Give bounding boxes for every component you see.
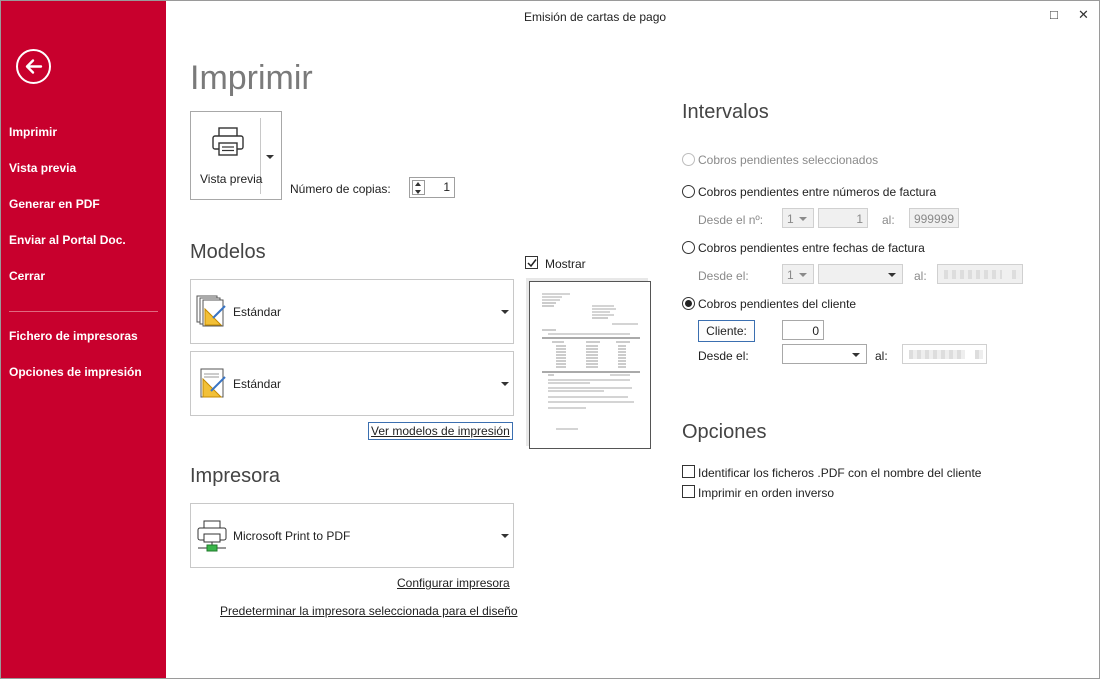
option-pdf-name-label: Identificar los ficheros .PDF con el nom… — [698, 466, 982, 480]
copies-stepper[interactable]: 1 — [409, 177, 455, 198]
client-to-date-picker[interactable] — [902, 344, 987, 364]
to-date-picker[interactable] — [937, 264, 1023, 284]
chevron-down-icon[interactable] — [501, 534, 509, 538]
from-date-series-value: 1 — [787, 268, 794, 282]
back-button[interactable] — [16, 49, 51, 84]
default-printer-link[interactable]: Predeterminar la impresora seleccionada … — [220, 604, 518, 618]
show-preview-checkbox[interactable] — [525, 256, 538, 269]
to-no-input[interactable]: 999999 — [909, 208, 959, 228]
to-no-label: al: — [882, 213, 895, 227]
stepper-down-icon[interactable] — [415, 190, 421, 194]
radio-selected[interactable] — [682, 153, 695, 166]
printer-combo-value: Microsoft Print to PDF — [233, 529, 351, 543]
document-design-icon — [200, 368, 226, 398]
sidebar-item-cerrar[interactable]: Cerrar — [9, 269, 45, 283]
chevron-down-icon[interactable] — [799, 217, 807, 221]
option-reverse-order-checkbox[interactable] — [682, 485, 695, 498]
sidebar-divider — [9, 311, 158, 312]
radio-invoice-numbers[interactable] — [682, 185, 695, 198]
stepper-up-icon[interactable] — [415, 182, 421, 186]
window-title: Emisión de cartas de pago — [523, 10, 667, 24]
back-arrow-icon — [25, 59, 43, 74]
print-window: Imprimir Vista previa Generar en PDF Env… — [0, 0, 1100, 679]
sidebar-item-opciones-impresion[interactable]: Opciones de impresión — [9, 365, 142, 379]
radio-client-label: Cobros pendientes del cliente — [698, 297, 857, 311]
view-models-link[interactable]: Ver modelos de impresión — [368, 422, 513, 440]
preview-split-button[interactable]: Vista previa — [190, 111, 282, 200]
option-pdf-name-checkbox[interactable] — [682, 465, 695, 478]
from-no-label: Desde el nº: — [698, 213, 764, 227]
to-date-label: al: — [914, 269, 927, 283]
sidebar-item-enviar-portal[interactable]: Enviar al Portal Doc. — [9, 233, 126, 247]
model-combo-1-value: Estándar — [233, 305, 282, 319]
option-reverse-order-label: Imprimir en orden inverso — [698, 486, 835, 500]
sidebar-item-imprimir[interactable]: Imprimir — [9, 125, 57, 139]
client-input[interactable]: 0 — [782, 320, 824, 340]
printer-icon — [212, 127, 244, 156]
radio-invoice-dates[interactable] — [682, 241, 695, 254]
from-date-series-select[interactable]: 1 — [782, 264, 814, 284]
client-from-date-picker[interactable] — [782, 344, 867, 364]
chevron-down-icon[interactable] — [888, 273, 896, 277]
model-combo-1[interactable]: Estándar — [190, 279, 514, 344]
radio-invoice-dates-label: Cobros pendientes entre fechas de factur… — [698, 241, 925, 255]
redacted-value — [944, 270, 1002, 279]
document-thumbnail-image — [542, 293, 640, 430]
client-button[interactable]: Cliente: — [698, 320, 755, 342]
options-title: Opciones — [682, 421, 767, 443]
client-to-label: al: — [875, 349, 888, 363]
close-button[interactable]: ✕ — [1078, 7, 1089, 23]
document-stack-icon — [196, 295, 226, 327]
printer-section-title: Impresora — [190, 465, 281, 487]
chevron-down-icon[interactable] — [501, 310, 509, 314]
from-no-series-value: 1 — [787, 212, 794, 226]
models-title: Modelos — [190, 241, 266, 263]
document-thumbnail — [529, 281, 651, 449]
from-no-series-select[interactable]: 1 — [782, 208, 814, 228]
copies-value: 1 — [443, 180, 450, 194]
client-value: 0 — [812, 324, 819, 338]
chevron-down-icon[interactable] — [501, 382, 509, 386]
redacted-value — [909, 350, 965, 359]
to-no-value: 999999 — [913, 212, 954, 226]
redacted-value — [975, 350, 983, 359]
from-no-input[interactable]: 1 — [818, 208, 868, 228]
from-date-label: Desde el: — [698, 269, 749, 283]
radio-client[interactable] — [682, 297, 695, 310]
client-from-label: Desde el: — [698, 349, 749, 363]
sidebar-item-vista-previa[interactable]: Vista previa — [9, 161, 76, 175]
sidebar-item-generar-pdf[interactable]: Generar en PDF — [9, 197, 100, 211]
radio-invoice-numbers-label: Cobros pendientes entre números de factu… — [698, 185, 937, 199]
chevron-down-icon[interactable] — [852, 353, 860, 357]
sidebar-item-fichero-impresoras[interactable]: Fichero de impresoras — [9, 329, 138, 343]
radio-selected-label: Cobros pendientes seleccionados — [698, 153, 879, 167]
maximize-button[interactable]: □ — [1050, 7, 1058, 22]
check-icon — [527, 259, 537, 268]
show-preview-label: Mostrar — [545, 257, 586, 271]
printer-combo[interactable]: Microsoft Print to PDF — [190, 503, 514, 568]
intervals-title: Intervalos — [682, 101, 769, 123]
redacted-value — [1012, 270, 1020, 279]
page-title: Imprimir — [190, 59, 313, 97]
preview-button-label: Vista previa — [200, 172, 263, 186]
configure-printer-link[interactable]: Configurar impresora — [397, 576, 510, 590]
model-combo-2[interactable]: Estándar — [190, 351, 514, 416]
chevron-down-icon[interactable] — [799, 273, 807, 277]
from-date-picker[interactable] — [818, 264, 903, 284]
sidebar: Imprimir Vista previa Generar en PDF Env… — [1, 1, 166, 678]
model-combo-2-value: Estándar — [233, 377, 282, 391]
network-printer-icon — [197, 520, 227, 552]
stepper-arrows[interactable] — [412, 180, 425, 195]
chevron-down-icon[interactable] — [266, 155, 274, 159]
copies-label: Número de copias: — [290, 182, 391, 196]
from-no-value: 1 — [856, 212, 863, 226]
